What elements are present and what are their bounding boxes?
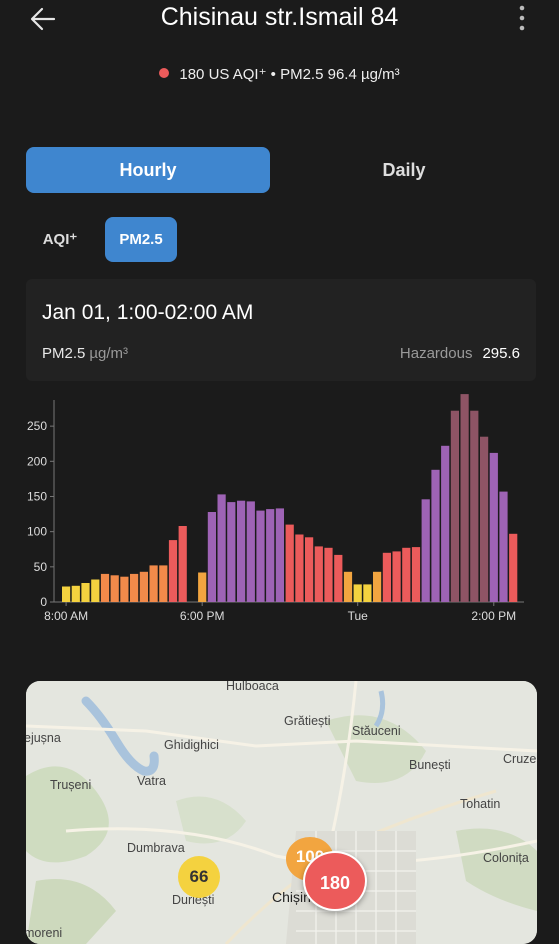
map-view[interactable]: Hulboaca Grătiești Stăuceni ejușna Ghidi…: [26, 681, 537, 944]
map-station-marker-selected[interactable]: 180: [303, 851, 367, 911]
map-place-label: Ghidighici: [164, 738, 219, 752]
map-place-label: Dumbrava: [127, 841, 185, 855]
chart-y-tick-label: 150: [27, 489, 47, 503]
tab-daily[interactable]: Daily: [282, 147, 526, 193]
chart-bar: [168, 540, 178, 602]
chart-bar: [237, 500, 246, 602]
tab-hourly[interactable]: Hourly: [26, 147, 270, 193]
map-place-label: Colonița: [483, 851, 529, 865]
pollutant-name: PM2.5: [42, 345, 86, 362]
chart-bar: [120, 576, 129, 602]
chart-x-tick-label: 6:00 PM: [180, 609, 225, 623]
reading: Hazardous 295.6: [400, 345, 520, 362]
more-menu-button[interactable]: [512, 4, 532, 34]
chart-bar: [480, 436, 489, 602]
more-vertical-icon: [519, 5, 525, 31]
map-place-label: Bunești: [409, 758, 451, 772]
chart-bar: [266, 509, 275, 602]
chart-bar: [81, 583, 90, 602]
pollutant-unit: µg/m³: [89, 345, 129, 362]
map-place-label: moreni: [26, 926, 63, 940]
chart-bar: [295, 534, 304, 602]
aqi-summary: 180 US AQI⁺ • PM2.5 96.4 µg/m³: [0, 65, 559, 83]
pill-pm25[interactable]: PM2.5: [105, 217, 177, 262]
chart-bar: [139, 571, 148, 602]
hourly-bar-chart[interactable]: 0501001502002508:00 AM6:00 PMTue2:00 PMW…: [0, 392, 559, 632]
chart-bar: [178, 526, 187, 602]
chart-bar: [159, 565, 168, 602]
map-place-label: Hulboaca: [226, 681, 279, 693]
map-station-marker[interactable]: 66: [178, 856, 220, 898]
aqi-summary-text: 180 US AQI⁺ • PM2.5 96.4 µg/m³: [179, 66, 400, 83]
chart-bar: [334, 554, 343, 602]
chart-bar: [343, 571, 353, 602]
map-place-label: Tohatin: [460, 797, 501, 811]
chart-bar: [62, 586, 71, 602]
map-place-label: ejușna: [26, 731, 61, 745]
pill-aqi[interactable]: AQI⁺: [30, 217, 90, 262]
chart-bar: [256, 510, 265, 602]
chart-bar: [373, 571, 382, 602]
map-place-label: Stăuceni: [352, 724, 401, 738]
chart-bar: [411, 547, 421, 602]
chart-bar: [207, 512, 216, 602]
chart-bar: [450, 410, 459, 602]
chart-x-tick-label: Tue: [348, 609, 369, 623]
chart-bar: [353, 584, 362, 602]
chart-x-tick-label: 8:00 AM: [44, 609, 88, 623]
chart-y-tick-label: 200: [27, 454, 47, 468]
map-place-label: Trușeni: [50, 778, 92, 792]
selected-hour-card: Jan 01, 1:00-02:00 AM PM2.5 µg/m³ Hazardo…: [26, 279, 536, 381]
chart-y-tick-label: 50: [34, 560, 48, 574]
chart-bar: [431, 469, 440, 602]
map-place-label: Vatra: [137, 774, 166, 788]
chart-bar: [246, 501, 255, 602]
map-place-label: Cruze: [503, 752, 537, 766]
chart-bar: [198, 572, 207, 602]
pollutant-label: PM2.5 µg/m³: [42, 345, 128, 362]
category-label: Hazardous: [399, 345, 473, 362]
chart-bar: [441, 445, 450, 602]
chart-bar: [285, 524, 294, 602]
map-place-label: Grătiești: [284, 714, 331, 728]
chart-x-tick-label: 2:00 PM: [471, 609, 516, 623]
chart-bar: [275, 508, 284, 602]
chart-bar: [421, 499, 430, 602]
chart-bar: [489, 452, 498, 602]
chart-bar: [509, 533, 518, 602]
chart-bar: [91, 579, 100, 602]
chart-bar: [130, 573, 139, 602]
chart-bar: [363, 584, 372, 602]
chart-bar: [305, 537, 314, 602]
chart-bar: [100, 573, 110, 602]
chart-bar: [227, 502, 236, 602]
chart-bar: [460, 394, 469, 602]
chart-bar: [217, 494, 226, 602]
chart-bar: [314, 546, 323, 602]
chart-bar: [149, 565, 158, 602]
chart-bar: [392, 551, 401, 602]
chart-y-tick-label: 250: [27, 419, 47, 433]
selected-date: Jan 01, 1:00-02:00 AM: [42, 301, 254, 324]
chart-bar: [470, 410, 479, 602]
chart-bar: [382, 552, 391, 602]
status-dot-icon: [159, 68, 170, 78]
chart-bar: [324, 547, 333, 602]
chart-bar: [71, 585, 80, 602]
chart-y-tick-label: 0: [40, 595, 47, 609]
page-title: Chisinau str.Ismail 84: [160, 3, 399, 31]
chart-bar: [499, 491, 508, 602]
chart-bar: [110, 575, 119, 602]
reading-value: 295.6: [482, 345, 520, 362]
chart-y-tick-label: 100: [27, 525, 47, 539]
chart-bar: [402, 547, 411, 602]
